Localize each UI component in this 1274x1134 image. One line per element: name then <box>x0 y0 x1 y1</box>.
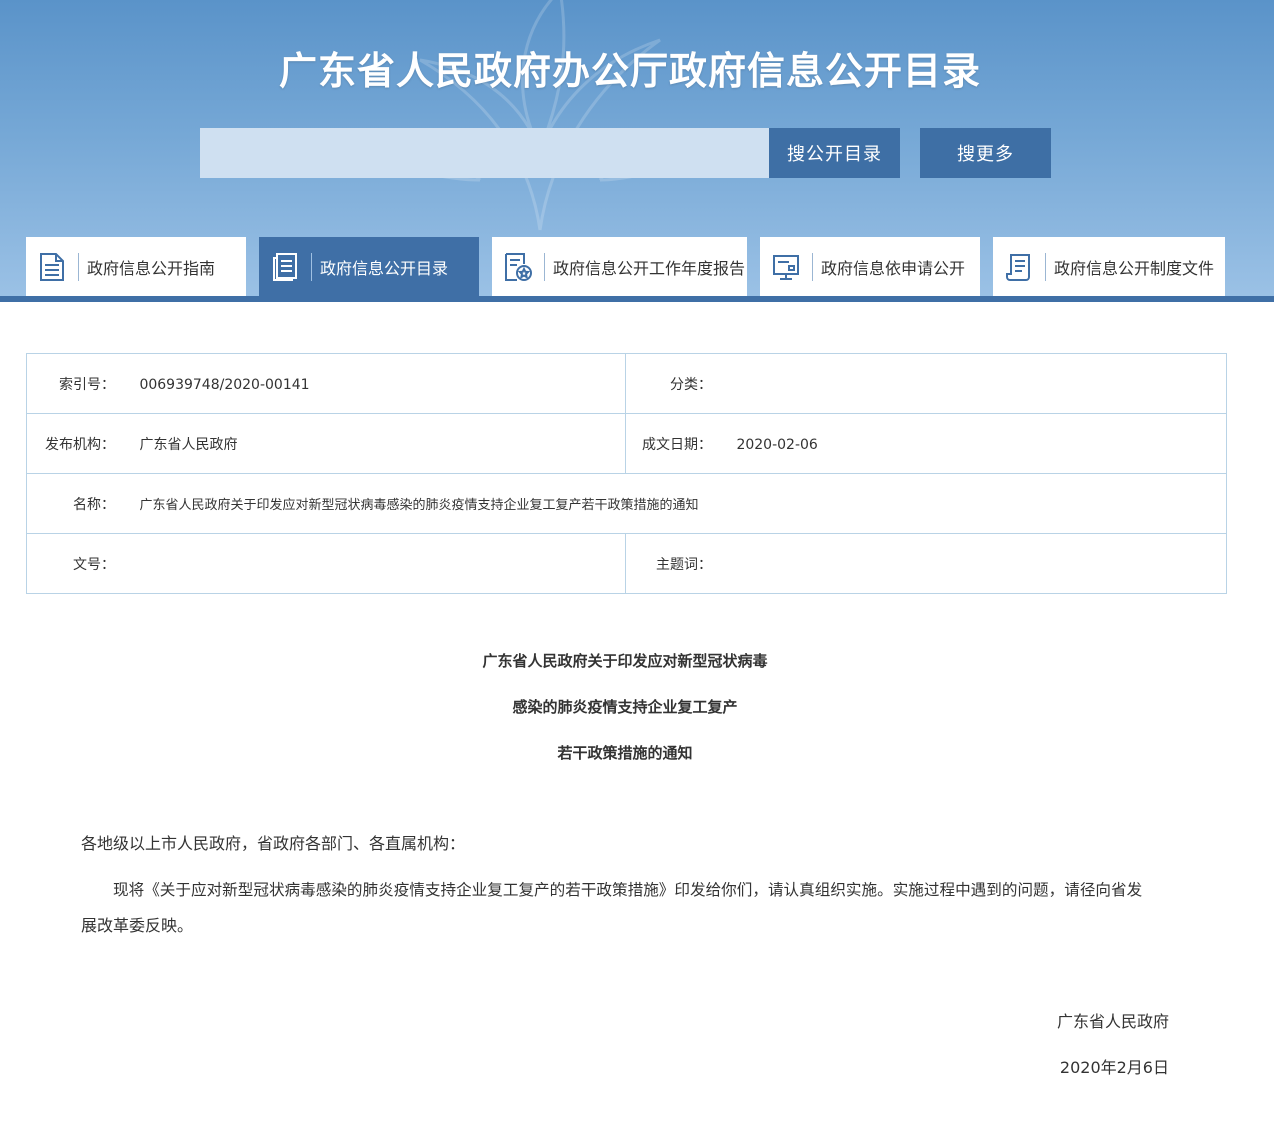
table-row: 发布机构： 广东省人民政府 成文日期： 2020-02-06 <box>26 413 1228 474</box>
index-number-value: 006939748/2020-00141 <box>139 376 310 393</box>
tab-divider <box>311 252 312 281</box>
table-row: 文号： 主题词： <box>26 533 1228 594</box>
tab-label: 政府信息依申请公开 <box>821 258 966 278</box>
tab-divider <box>544 252 545 281</box>
tab-divider <box>812 252 813 281</box>
tab-info-guide[interactable]: 政府信息公开指南 <box>26 237 246 296</box>
lily-watermark-icon <box>345 0 745 231</box>
site-title: 广东省人民政府办公厅政府信息公开目录 <box>278 49 981 93</box>
index-number-label: 索引号： <box>59 376 115 393</box>
doc-number-label: 文号： <box>73 556 115 573</box>
tab-annual-report[interactable]: 政府信息公开工作年度报告 <box>492 237 747 296</box>
tab-label: 政府信息公开工作年度报告 <box>553 258 746 278</box>
tab-apply-disclosure[interactable]: 政府信息依申请公开 <box>760 237 980 296</box>
table-row: 索引号： 006939748/2020-00141 分类： <box>26 353 1228 414</box>
table-row: 名称： 广东省人民政府关于印发应对新型冠状病毒感染的肺炎疫情支持企业复工复产若干… <box>25 473 1228 534</box>
article-sign-date: 2020年2月6日 <box>1059 1058 1169 1077</box>
tab-bar-underline <box>0 296 1274 302</box>
catalog-list-icon <box>259 252 311 282</box>
search-input[interactable] <box>200 128 769 178</box>
document-lines-icon <box>26 252 78 282</box>
document-info-table: 索引号： 006939748/2020-00141 分类： 发布机构： 广东省人… <box>25 353 1228 594</box>
tab-info-catalog[interactable]: 政府信息公开目录 <box>259 237 479 296</box>
article-title-line-1: 广东省人民政府关于印发应对新型冠状病毒 <box>482 652 768 670</box>
search-more-button[interactable]: 搜更多 <box>920 128 1051 178</box>
index-number-cell: 索引号： 006939748/2020-00141 <box>26 353 626 414</box>
article-title-line-2: 感染的肺炎疫情支持企业复工复产 <box>512 698 738 716</box>
doc-number-cell: 文号： <box>26 533 626 594</box>
search-catalog-button[interactable]: 搜公开目录 <box>769 128 900 178</box>
monitor-request-icon <box>760 252 812 282</box>
category-label: 分类： <box>670 376 712 393</box>
article-body-line-2: 展改革委反映。 <box>81 916 194 935</box>
article-signature: 广东省人民政府 <box>1056 1012 1169 1031</box>
tab-label: 政府信息公开目录 <box>320 258 449 278</box>
scroll-rules-icon <box>993 252 1045 282</box>
keywords-label: 主题词： <box>656 556 712 573</box>
tab-divider <box>78 252 79 281</box>
publisher-value: 广东省人民政府 <box>139 436 238 453</box>
publisher-label: 发布机构： <box>45 436 115 453</box>
article-salutation: 各地级以上市人民政府，省政府各部门、各直属机构： <box>81 834 466 853</box>
date-value: 2020-02-06 <box>736 436 818 453</box>
date-label: 成文日期： <box>642 436 712 453</box>
article-body-line-1: 现将《关于应对新型冠状病毒感染的肺炎疫情支持企业复工复产的若干政策措施》印发给你… <box>113 881 1143 899</box>
tab-label: 政府信息公开制度文件 <box>1054 258 1215 278</box>
article-title-line-3: 若干政策措施的通知 <box>557 744 693 762</box>
category-cell: 分类： <box>624 353 1228 414</box>
publisher-cell: 发布机构： 广东省人民政府 <box>26 413 626 474</box>
name-value: 广东省人民政府关于印发应对新型冠状病毒感染的肺炎疫情支持企业复工复产若干政策措施… <box>139 497 699 513</box>
name-cell: 名称： 广东省人民政府关于印发应对新型冠状病毒感染的肺炎疫情支持企业复工复产若干… <box>25 473 1228 534</box>
tab-policy-documents[interactable]: 政府信息公开制度文件 <box>993 237 1225 296</box>
name-label: 名称： <box>73 496 115 513</box>
date-cell: 成文日期： 2020-02-06 <box>624 413 1228 474</box>
tab-divider <box>1045 252 1046 281</box>
report-star-icon <box>492 252 544 282</box>
tab-label: 政府信息公开指南 <box>87 258 216 278</box>
keywords-cell: 主题词： <box>624 533 1228 594</box>
